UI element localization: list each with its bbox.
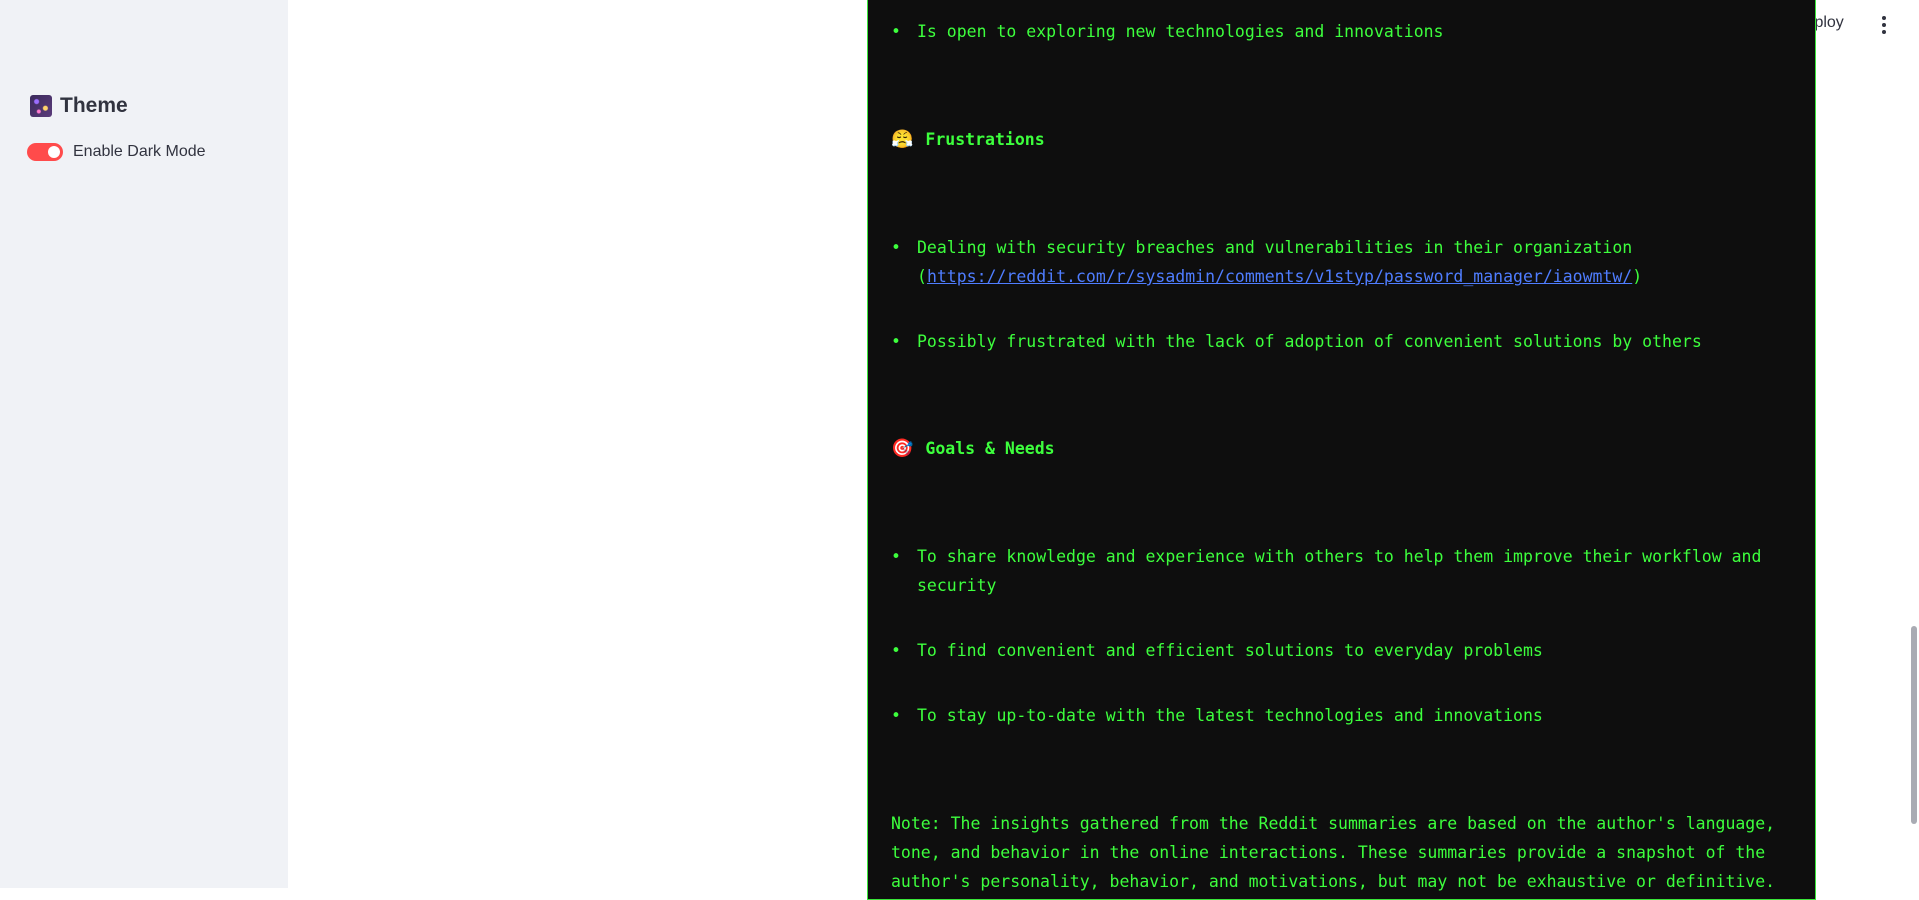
goal-item-1: To share knowledge and experience with o… [891, 542, 1783, 600]
note-paragraph: Note: The insights gathered from the Red… [891, 814, 1776, 891]
goal-item-2: To find convenient and efficient solutio… [891, 636, 1783, 665]
goals-title: Goals & Needs [925, 439, 1055, 458]
target-icon: 🎯 [891, 438, 914, 459]
list-item: Is open to exploring new technologies an… [891, 17, 1783, 46]
dark-mode-label: Enable Dark Mode [73, 143, 206, 160]
goal-item-3: To stay up-to-date with the latest techn… [891, 701, 1783, 730]
theme-heading-label: Theme [60, 94, 128, 117]
frustrations-title: Frustrations [925, 130, 1045, 149]
frustration-item-1: Dealing with security breaches and vulne… [891, 233, 1783, 291]
toggle-knob [48, 146, 60, 158]
goals-heading: 🎯 Goals & Needs [891, 434, 1055, 463]
scrollbar-thumb[interactable] [1911, 626, 1917, 824]
frustration-item-1-text: Dealing with security breaches and vulne… [917, 238, 1633, 257]
sidebar: Theme Enable Dark Mode [0, 0, 288, 888]
dark-mode-toggle-row[interactable]: Enable Dark Mode [27, 143, 206, 161]
frustrations-heading: 😤 Frustrations [891, 125, 1045, 154]
main-menu-icon[interactable] [1877, 14, 1891, 36]
frustrated-face-icon: 😤 [891, 129, 914, 150]
link-open-paren: ( [917, 267, 927, 286]
page-scrollbar[interactable] [1909, 0, 1919, 888]
reddit-link[interactable]: https://reddit.com/r/sysadmin/comments/v… [927, 267, 1632, 286]
link-close-paren: ) [1632, 267, 1643, 286]
persona-output-panel: Is open to exploring new technologies an… [867, 0, 1816, 900]
dark-mode-toggle[interactable] [27, 143, 63, 161]
theme-palette-icon [30, 95, 52, 117]
frustration-item-2: Possibly frustrated with the lack of ado… [891, 327, 1783, 356]
theme-heading: Theme [30, 94, 128, 118]
